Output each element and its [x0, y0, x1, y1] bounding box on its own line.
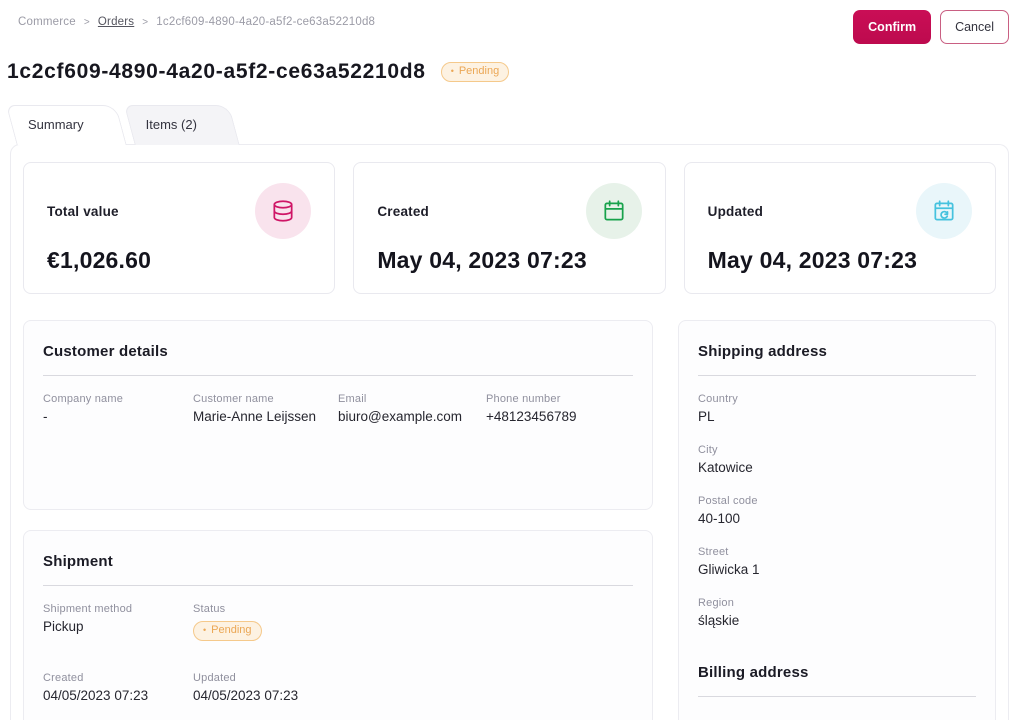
divider: [43, 375, 633, 376]
street-field: Street Gliwicka 1: [698, 546, 976, 577]
breadcrumb-separator: >: [142, 16, 149, 28]
shipping-address-card: Shipping address Country PL City Katowic…: [678, 320, 996, 720]
breadcrumb-separator: >: [83, 16, 90, 28]
total-value-card: Total value €1,026.60: [23, 162, 336, 294]
page-title: 1c2cf609-4890-4a20-a5f2-ce63a52210d8: [7, 60, 426, 83]
field-label: Region: [698, 597, 735, 609]
shipment-updated-field: Updated 04/05/2023 07:23: [193, 672, 633, 703]
field-label: Country: [698, 393, 738, 405]
created-card: Created May 04, 2023 07:23: [353, 162, 666, 294]
breadcrumb-commerce[interactable]: Commerce: [18, 16, 76, 28]
header-actions: Confirm Cancel: [853, 10, 1009, 44]
field-value: PL: [698, 409, 715, 424]
tab-items[interactable]: Items (2): [124, 105, 229, 145]
shipping-address-title: Shipping address: [698, 343, 828, 360]
divider: [698, 375, 976, 376]
breadcrumb-orders-link[interactable]: Orders: [98, 16, 134, 28]
phone-number-field: Phone number +48123456789: [486, 393, 633, 424]
updated-label: Updated: [707, 203, 764, 219]
customer-details-title: Customer details: [43, 343, 168, 360]
breadcrumb-order-id: 1c2cf609-4890-4a20-a5f2-ce63a52210d8: [156, 16, 376, 28]
region-field: Region śląskie: [698, 597, 976, 628]
top-bar: Commerce > Orders > 1c2cf609-4890-4a20-a…: [0, 0, 1019, 46]
title-row: 1c2cf609-4890-4a20-a5f2-ce63a52210d8 • P…: [7, 60, 1019, 84]
summary-panel: Total value €1,026.60 Created May 04, 20…: [10, 144, 1009, 720]
field-value: Pickup: [43, 619, 84, 634]
field-label: Shipment method: [43, 603, 133, 615]
field-label: Status: [193, 603, 226, 615]
tab-summary-label: Summary: [28, 116, 84, 132]
tab-bar: Summary Items (2): [6, 105, 1019, 145]
field-label: Created: [43, 672, 84, 684]
status-label: Pending: [458, 65, 500, 77]
shipment-card: Shipment Shipment method Pickup Status •…: [23, 530, 653, 720]
shipment-method-field: Shipment method Pickup: [43, 603, 193, 641]
field-label: Customer name: [193, 393, 274, 405]
field-label: Street: [698, 546, 729, 558]
field-value: +48123456789: [486, 409, 577, 424]
shipment-created-field: Created 04/05/2023 07:23: [43, 672, 193, 703]
shipment-status-field: Status • Pending: [193, 603, 633, 641]
created-datetime: May 04, 2023 07:23: [377, 247, 587, 273]
breadcrumb: Commerce > Orders > 1c2cf609-4890-4a20-a…: [18, 10, 375, 28]
updated-card: Updated May 04, 2023 07:23: [683, 162, 996, 294]
tab-summary[interactable]: Summary: [6, 105, 116, 145]
field-label: City: [698, 444, 718, 456]
total-value-label: Total value: [47, 203, 119, 219]
total-value-amount: €1,026.60: [47, 247, 152, 273]
company-name-field: Company name -: [43, 393, 193, 424]
field-value: śląskie: [698, 613, 740, 628]
field-label: Updated: [193, 672, 236, 684]
postal-code-field: Postal code 40-100: [698, 495, 976, 526]
shipment-status-badge: • Pending: [193, 621, 262, 641]
field-value: -: [43, 409, 48, 424]
field-value: 04/05/2023 07:23: [43, 688, 149, 703]
field-label: Postal code: [698, 495, 758, 507]
customer-details-grid: Company name - Customer name Marie-Anne …: [43, 393, 633, 424]
status-dot-icon: •: [450, 66, 454, 76]
status-label: Pending: [211, 624, 252, 636]
left-column: Customer details Company name - Customer…: [23, 320, 653, 720]
country-field: Country PL: [698, 393, 976, 424]
details-area: Customer details Company name - Customer…: [23, 320, 996, 720]
divider: [698, 696, 976, 697]
tab-items-label: Items (2): [145, 116, 197, 132]
city-field: City Katowice: [698, 444, 976, 475]
database-icon: [255, 183, 312, 239]
divider: [43, 585, 633, 586]
field-value: Marie-Anne Leijssen: [193, 409, 317, 424]
field-value: 04/05/2023 07:23: [193, 688, 299, 703]
shipment-title: Shipment: [43, 553, 113, 570]
customer-details-card: Customer details Company name - Customer…: [23, 320, 653, 510]
field-value: Gliwicka 1: [698, 562, 760, 577]
field-label: Company name: [43, 393, 124, 405]
confirm-button[interactable]: Confirm: [853, 10, 932, 44]
field-value: 40-100: [698, 511, 741, 526]
field-value: biuro@example.com: [338, 409, 463, 424]
calendar-icon: [585, 183, 642, 239]
field-label: Email: [338, 393, 367, 405]
cancel-button[interactable]: Cancel: [940, 10, 1009, 44]
shipment-grid: Shipment method Pickup Status • Pending: [43, 603, 633, 703]
right-column: Shipping address Country PL City Katowic…: [678, 320, 996, 720]
customer-name-field: Customer name Marie-Anne Leijssen: [193, 393, 338, 424]
email-field: Email biuro@example.com: [338, 393, 486, 424]
calendar-refresh-icon: [915, 183, 972, 239]
field-value: Katowice: [698, 460, 753, 475]
status-dot-icon: •: [203, 625, 207, 635]
stat-card-row: Total value €1,026.60 Created May 04, 20…: [23, 162, 996, 294]
created-label: Created: [377, 203, 429, 219]
updated-datetime: May 04, 2023 07:23: [707, 247, 918, 273]
field-label: Phone number: [486, 393, 561, 405]
billing-address-title: Billing address: [698, 664, 809, 681]
order-status-badge: • Pending: [440, 62, 510, 82]
